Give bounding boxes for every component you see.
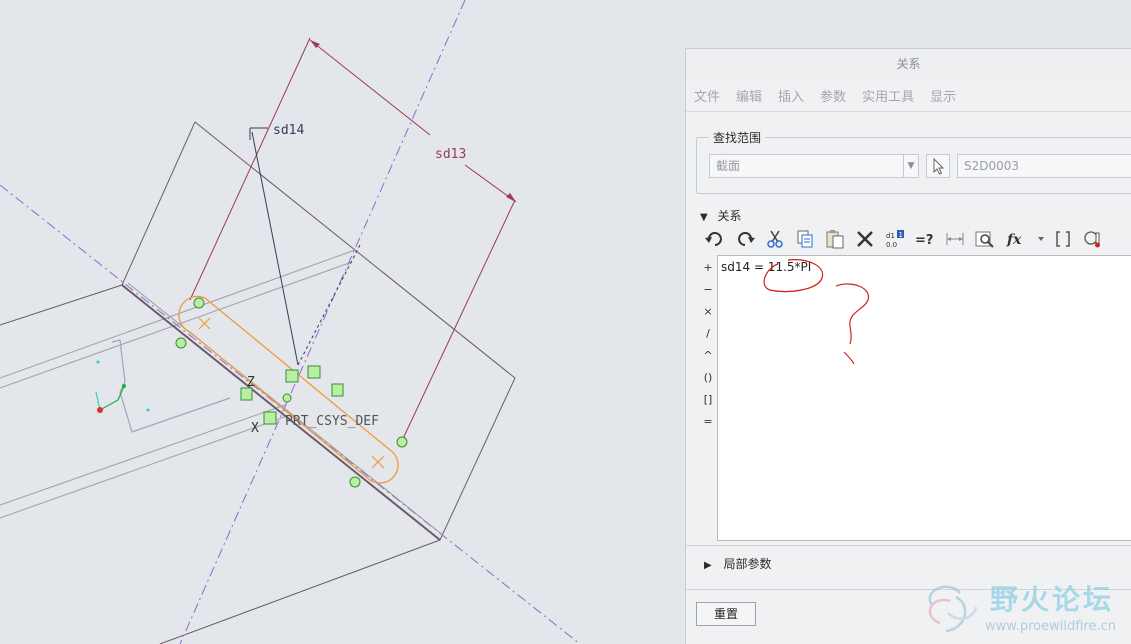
operator-power-button[interactable]: ^: [700, 345, 716, 367]
scissors-icon: [767, 230, 783, 248]
magnify-glass-icon: [975, 231, 994, 248]
copy-button[interactable]: [790, 227, 820, 251]
redo-icon: [738, 232, 755, 246]
find-scope-legend: 查找范围: [709, 129, 766, 146]
dim-sd13-label[interactable]: sd13: [435, 147, 466, 162]
watermark-name: 野火论坛: [990, 583, 1115, 616]
watermark-url: www.proewildfire.cn: [985, 619, 1116, 634]
scope-type-dropdown[interactable]: 截面 ▼: [709, 154, 919, 178]
svg-text:1: 1: [899, 231, 903, 239]
chevron-down-icon: [1038, 237, 1044, 241]
thermometer-icon: [1084, 231, 1100, 248]
operator-brackets-button[interactable]: []: [700, 389, 716, 411]
dim-sd14-leader: [297, 244, 361, 366]
select-item-button[interactable]: [926, 154, 950, 178]
menu-parameters[interactable]: 参数: [820, 86, 846, 105]
local-params-label: 局部参数: [723, 557, 772, 571]
scope-item-value: S2D0003: [964, 159, 1020, 173]
edge-line: [0, 284, 123, 326]
menu-file[interactable]: 文件: [694, 86, 720, 105]
operator-plus-button[interactable]: +: [700, 257, 716, 279]
equals-question-icon: =?: [915, 233, 933, 248]
dim-sd13-extension: [189, 37, 311, 301]
dim-sd13-line: [309, 39, 431, 136]
svg-text:=?: =?: [915, 233, 933, 248]
menu-utilities[interactable]: 实用工具: [862, 86, 914, 105]
section-edge: [121, 284, 441, 541]
scope-type-value: 截面: [716, 159, 741, 173]
dim-sd14-label[interactable]: sd14: [273, 123, 304, 138]
sort-relations-button[interactable]: d1 0.0 1: [880, 227, 910, 251]
undo-icon: [705, 232, 722, 246]
operator-parentheses-button[interactable]: (): [700, 367, 716, 389]
operator-multiply-button[interactable]: ×: [700, 301, 716, 323]
relations-section-header[interactable]: ▼ 关系: [700, 207, 742, 224]
local-params-header[interactable]: ▶ 局部参数: [704, 555, 772, 572]
svg-text:fx: fx: [1006, 232, 1022, 248]
chevron-down-icon[interactable]: ▼: [903, 155, 918, 177]
scope-item-field[interactable]: S2D0003: [957, 154, 1131, 178]
slab-edge: [0, 261, 353, 389]
menu-insert[interactable]: 插入: [778, 86, 804, 105]
insert-brackets-button[interactable]: [1048, 227, 1078, 251]
dimension-icon: [946, 233, 964, 245]
cut-button[interactable]: [760, 227, 790, 251]
brackets-icon: [1056, 231, 1070, 247]
csys-axis-x: X: [251, 421, 259, 436]
slab-edge: [0, 414, 291, 519]
unit-sensitivity-button[interactable]: [1078, 227, 1108, 251]
delete-x-icon: [857, 231, 873, 247]
cursor-arrow-icon: [933, 157, 945, 175]
annotation-scribble: [763, 259, 870, 365]
divider: [686, 545, 1131, 546]
redo-button[interactable]: [730, 227, 760, 251]
insert-dimension-button[interactable]: [940, 227, 970, 251]
verify-relations-button[interactable]: =?: [910, 227, 940, 251]
svg-text:0.0: 0.0: [886, 241, 897, 249]
collapse-triangle-icon[interactable]: ▼: [700, 212, 708, 223]
evaluate-button[interactable]: [970, 227, 1000, 251]
relations-dialog: 关系 文件 编辑 插入 参数 实用工具 显示 查找范围 截面 ▼ S2D0003…: [685, 48, 1131, 644]
function-fx-icon: fx: [1006, 232, 1022, 248]
section-edge: [127, 282, 445, 537]
insert-function-button[interactable]: fx: [1000, 227, 1034, 251]
dialog-title: 关系: [686, 49, 1131, 79]
operator-column: + − × / ^ () [] =: [700, 257, 716, 433]
function-dropdown-button[interactable]: [1034, 227, 1048, 251]
find-scope-group: 查找范围 截面 ▼ S2D0003: [696, 129, 1131, 194]
sort-numeric-icon: d10.01: [886, 230, 904, 249]
reset-button[interactable]: 重置: [696, 602, 756, 626]
relations-toolbar: d1 0.0 1 =? fx: [700, 227, 1108, 251]
relations-editor[interactable]: sd14 = 11.5*PI: [717, 255, 1131, 541]
slab-edge: [0, 404, 286, 506]
undo-button[interactable]: [700, 227, 730, 251]
csys-label[interactable]: PRT_CSYS_DEF: [285, 414, 379, 429]
paste-button[interactable]: [820, 227, 850, 251]
slab-outline: [111, 339, 231, 433]
menu-bar: 文件 编辑 插入 参数 实用工具 显示: [686, 79, 1131, 112]
operator-divide-button[interactable]: /: [700, 323, 716, 345]
menu-edit[interactable]: 编辑: [736, 86, 762, 105]
copy-icon: [797, 230, 813, 248]
delete-button[interactable]: [850, 227, 880, 251]
slot-outline[interactable]: [178, 295, 399, 484]
operator-minus-button[interactable]: −: [700, 279, 716, 301]
svg-text:d1: d1: [886, 232, 895, 240]
construction-line: [179, 0, 466, 644]
dim-sd14-leader: [251, 131, 299, 366]
relations-section-label: 关系: [717, 209, 742, 223]
dim-sd13-extension: [399, 199, 516, 446]
expand-triangle-icon[interactable]: ▶: [704, 560, 712, 571]
edge-line: [159, 539, 441, 644]
operator-equals-button[interactable]: =: [700, 411, 716, 433]
menu-show[interactable]: 显示: [930, 86, 956, 105]
csys-axis-z: Z: [247, 375, 255, 390]
view-triad-icon: [95, 360, 150, 413]
paste-icon: [826, 230, 844, 249]
dim-arrowhead: [506, 193, 516, 202]
